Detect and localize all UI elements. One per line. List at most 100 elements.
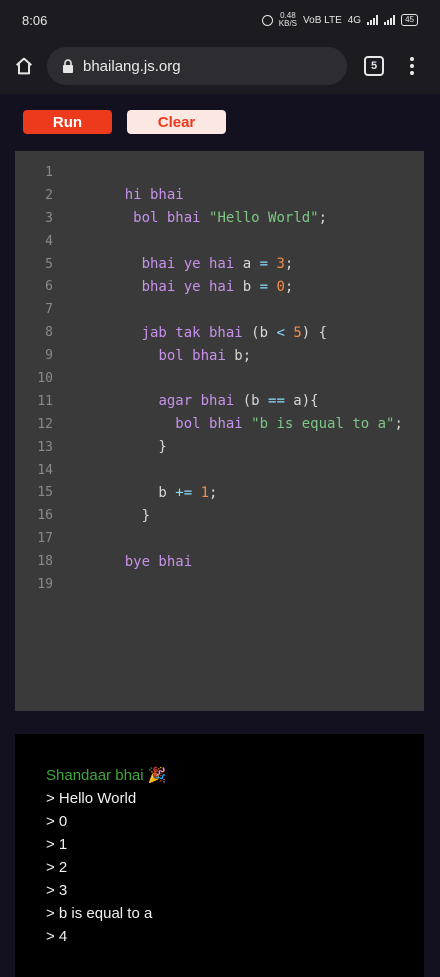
alarm-icon bbox=[261, 14, 273, 26]
code-token: 1 bbox=[200, 484, 210, 501]
code-line: 9 bol bhai b; bbox=[15, 344, 424, 367]
code-text: hi bhai bbox=[91, 187, 184, 203]
code-token: = bbox=[259, 278, 269, 295]
code-text: bhai ye hai b = 0; bbox=[91, 278, 294, 295]
network-type-label: 4G bbox=[347, 14, 362, 26]
code-line: 15 b += 1; bbox=[15, 481, 424, 504]
output-console: Shandaar bhai 🎉 > Hello World > 0 > 1 > … bbox=[15, 734, 424, 977]
tab-switcher-button[interactable]: 5 bbox=[364, 56, 384, 76]
code-line: 7 bbox=[15, 298, 424, 321]
code-token: += bbox=[175, 484, 193, 501]
network-speed: 0.48 KB/S bbox=[279, 12, 297, 28]
line-number: 9 bbox=[45, 348, 53, 364]
code-line: 19 bbox=[15, 573, 424, 596]
code-token: ; bbox=[209, 484, 218, 501]
output-line: > Hello World bbox=[46, 790, 137, 807]
code-line: 16 } bbox=[15, 504, 424, 527]
code-text: bhai ye hai a = 3; bbox=[91, 256, 294, 272]
code-token: "b is equal to a" bbox=[251, 416, 395, 433]
code-line: 8 jab tak bhai (b < 5) { bbox=[15, 321, 424, 344]
code-token: bol bhai bbox=[133, 210, 201, 227]
line-number: 13 bbox=[37, 439, 53, 455]
code-token: hi bhai bbox=[124, 187, 184, 204]
code-line: 12 bol bhai "b is equal to a"; bbox=[15, 413, 424, 436]
code-text: } bbox=[91, 508, 150, 524]
address-bar[interactable]: bhailang.js.org bbox=[47, 47, 347, 85]
code-token: < bbox=[276, 324, 285, 341]
output-line: > b is equal to a bbox=[46, 905, 153, 922]
output-success-message: Shandaar bhai 🎉 bbox=[46, 767, 167, 784]
code-token: "Hello World" bbox=[209, 210, 319, 227]
code-token: == bbox=[268, 393, 285, 410]
output-line: > 0 bbox=[46, 813, 68, 830]
code-token: = bbox=[259, 256, 269, 272]
network-speed-unit: KB/S bbox=[278, 19, 298, 28]
code-token: bye bhai bbox=[124, 553, 193, 570]
line-number: 12 bbox=[37, 416, 53, 432]
code-token: } bbox=[91, 439, 167, 456]
code-line: 13 } bbox=[15, 436, 424, 459]
code-token: ) { bbox=[301, 324, 328, 341]
code-text: jab tak bhai (b < 5) { bbox=[91, 325, 327, 341]
code-token: jab tak bhai bbox=[141, 324, 243, 341]
code-line: 14 bbox=[15, 459, 424, 482]
status-icons: 0.48 KB/S VoB LTE 4G 45 bbox=[261, 12, 418, 28]
code-editor[interactable]: 12 hi bhai 3 bol bhai "Hello World"; 4 5 bh… bbox=[15, 151, 424, 711]
code-token: bhai ye hai bbox=[141, 256, 235, 272]
code-token: bol bhai bbox=[158, 347, 226, 364]
code-line: 18 bye bhai bbox=[15, 550, 424, 573]
code-token: ; bbox=[284, 278, 294, 295]
code-line: 4 bbox=[15, 230, 424, 253]
line-number: 5 bbox=[45, 256, 53, 272]
line-number: 11 bbox=[37, 393, 53, 409]
output-lines: Shandaar bhai 🎉 > Hello World > 0 > 1 > … bbox=[46, 764, 166, 948]
code-line: 11 agar bhai (b == a){ bbox=[15, 390, 424, 413]
code-line: 6 bhai ye hai b = 0; bbox=[15, 275, 424, 298]
line-number: 19 bbox=[37, 576, 53, 592]
code-token: b bbox=[234, 278, 260, 295]
code-text: bye bhai bbox=[91, 554, 192, 570]
code-token: b bbox=[91, 484, 176, 501]
code-line: 2 hi bhai bbox=[15, 184, 424, 207]
code-text: bol bhai "b is equal to a"; bbox=[91, 416, 403, 432]
line-number: 7 bbox=[45, 302, 53, 318]
output-line: > 1 bbox=[46, 836, 68, 853]
code-line: 1 bbox=[15, 161, 424, 184]
code-token: ; bbox=[394, 416, 403, 433]
line-number: 3 bbox=[45, 210, 53, 226]
line-number: 18 bbox=[37, 554, 53, 570]
more-menu-icon[interactable] bbox=[402, 54, 422, 78]
browser-toolbar: bhailang.js.org 5 bbox=[0, 40, 440, 94]
code-token: (b bbox=[234, 393, 269, 410]
home-icon[interactable] bbox=[12, 54, 36, 78]
code-text: bol bhai b; bbox=[91, 348, 251, 364]
line-number: 6 bbox=[45, 279, 53, 295]
line-number: 14 bbox=[37, 462, 53, 478]
signal-icon bbox=[367, 15, 379, 25]
volte-label: VoB LTE bbox=[303, 14, 342, 26]
code-token: ; bbox=[284, 256, 294, 272]
code-token: 3 bbox=[276, 256, 285, 272]
code-token: 5 bbox=[293, 324, 302, 341]
clear-button[interactable]: Clear bbox=[127, 110, 226, 134]
status-time: 8:06 bbox=[22, 12, 48, 28]
line-number: 1 bbox=[45, 164, 53, 180]
line-number: 8 bbox=[45, 325, 53, 341]
code-line: 5 bhai ye hai a = 3; bbox=[15, 253, 424, 276]
line-number: 2 bbox=[45, 187, 53, 203]
signal-icon-2 bbox=[384, 15, 396, 25]
run-button[interactable]: Run bbox=[23, 110, 112, 134]
battery-icon: 45 bbox=[401, 14, 418, 26]
line-number: 16 bbox=[37, 508, 53, 524]
code-token: b; bbox=[225, 347, 252, 364]
